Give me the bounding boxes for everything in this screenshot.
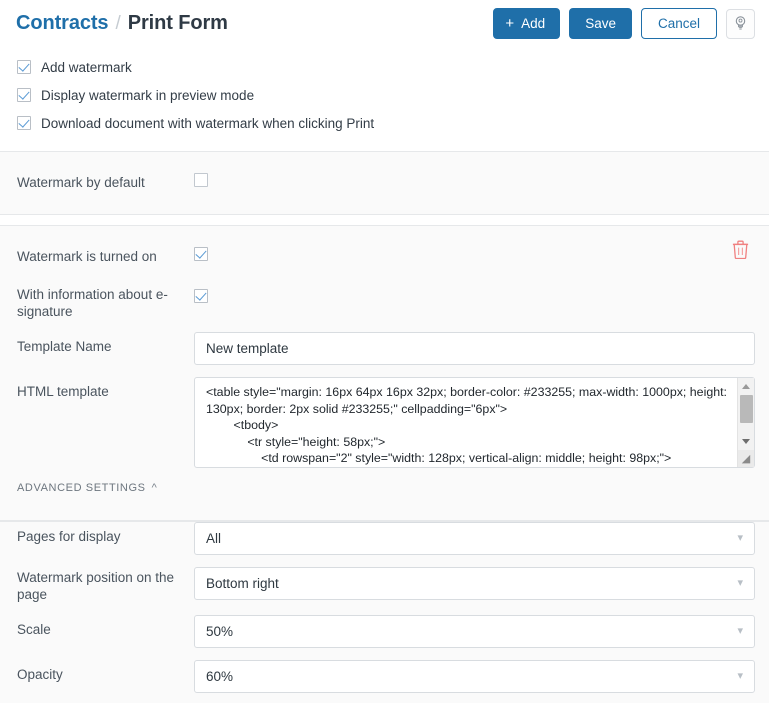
header-actions: + Add Save Cancel bbox=[493, 8, 755, 39]
resize-grip-icon[interactable]: ◢ bbox=[738, 450, 754, 467]
field-scale: Scale 50% ▾ bbox=[17, 615, 755, 648]
field-control bbox=[194, 242, 755, 266]
field-control bbox=[194, 332, 755, 365]
chevron-up-icon bbox=[742, 384, 750, 389]
field-control: Bottom right ▾ bbox=[194, 567, 755, 600]
field-pages-for-display: Pages for display All ▾ bbox=[17, 522, 755, 555]
field-label: Watermark position on the page bbox=[17, 570, 175, 602]
advanced-settings-toggle[interactable]: ADVANCED SETTINGS ^ bbox=[17, 468, 755, 504]
plus-icon: + bbox=[505, 14, 515, 32]
checkbox-watermark-by-default[interactable] bbox=[194, 173, 208, 187]
opacity-select[interactable]: 60% ▾ bbox=[194, 660, 755, 693]
chevron-down-icon bbox=[742, 439, 750, 444]
breadcrumb-separator: / bbox=[115, 13, 121, 34]
cancel-button-label: Cancel bbox=[657, 16, 700, 31]
chevron-down-icon: ▾ bbox=[737, 577, 743, 589]
lightbulb-icon bbox=[735, 16, 746, 30]
add-button[interactable]: + Add bbox=[493, 8, 561, 39]
field-template-name: Template Name bbox=[17, 332, 755, 365]
checkbox-add-watermark[interactable] bbox=[17, 60, 31, 74]
breadcrumb-link-contracts[interactable]: Contracts bbox=[16, 12, 109, 35]
checkbox-watermark-is-on[interactable] bbox=[194, 247, 208, 261]
section-gap bbox=[0, 215, 769, 225]
watermark-default-section: Watermark by default bbox=[0, 151, 769, 215]
field-html-template: HTML template <table style="margin: 16px… bbox=[17, 377, 755, 468]
field-label: Watermark is turned on bbox=[17, 249, 157, 264]
add-button-label: Add bbox=[521, 16, 546, 31]
watermark-position-select[interactable]: Bottom right ▾ bbox=[194, 567, 755, 600]
save-button-label: Save bbox=[585, 16, 616, 31]
field-watermark-position: Watermark position on the page Bottom ri… bbox=[17, 567, 755, 603]
select-value: All bbox=[206, 531, 222, 546]
pages-for-display-select[interactable]: All ▾ bbox=[194, 522, 755, 555]
field-opacity: Opacity 60% ▾ bbox=[17, 660, 755, 693]
field-watermark-by-default: Watermark by default bbox=[17, 168, 755, 198]
scale-select[interactable]: 50% ▾ bbox=[194, 615, 755, 648]
field-label: Opacity bbox=[17, 667, 63, 682]
option-label: Download document with watermark when cl… bbox=[41, 115, 375, 131]
field-label: Watermark by default bbox=[17, 175, 145, 190]
field-watermark-is-on: Watermark is turned on bbox=[17, 242, 755, 272]
cancel-button[interactable]: Cancel bbox=[640, 8, 717, 39]
textarea-scrollbar[interactable]: ◢ bbox=[737, 378, 754, 467]
field-control: <table style="margin: 16px 64px 16px 32p… bbox=[194, 377, 755, 468]
select-value: 50% bbox=[206, 624, 234, 639]
checkbox-download-with-watermark[interactable] bbox=[17, 116, 31, 130]
scroll-up-button[interactable] bbox=[738, 378, 754, 395]
chevron-up-icon: ^ bbox=[151, 481, 158, 494]
select-value: 60% bbox=[206, 669, 234, 684]
checkbox-esignature-info[interactable] bbox=[194, 289, 208, 303]
select-value: Bottom right bbox=[206, 576, 279, 591]
advanced-settings-title: ADVANCED SETTINGS bbox=[17, 482, 146, 494]
scrollbar-track[interactable] bbox=[738, 423, 754, 433]
scrollbar-thumb[interactable] bbox=[739, 395, 753, 423]
watermark-template-section: Watermark is turned on With information … bbox=[0, 225, 769, 521]
help-button[interactable] bbox=[726, 8, 755, 39]
field-control: 60% ▾ bbox=[194, 660, 755, 693]
html-template-textarea[interactable]: <table style="margin: 16px 64px 16px 32p… bbox=[194, 377, 755, 468]
scroll-down-button[interactable] bbox=[738, 433, 754, 450]
checkbox-display-watermark-preview[interactable] bbox=[17, 88, 31, 102]
option-label: Display watermark in preview mode bbox=[41, 87, 255, 103]
page-header: Contracts / Print Form + Add Save Cancel bbox=[0, 0, 769, 47]
field-label: With information about e-signature bbox=[17, 287, 168, 319]
template-name-input[interactable] bbox=[194, 332, 755, 365]
field-esignature-info: With information about e-signature bbox=[17, 284, 755, 320]
print-form-page: Contracts / Print Form + Add Save Cancel bbox=[0, 0, 769, 703]
html-template-wrapper: <table style="margin: 16px 64px 16px 32p… bbox=[194, 377, 755, 468]
page-title: Print Form bbox=[127, 12, 228, 34]
field-label: Scale bbox=[17, 622, 51, 637]
field-control bbox=[194, 168, 755, 192]
field-control: All ▾ bbox=[194, 522, 755, 555]
option-download-with-watermark[interactable]: Download document with watermark when cl… bbox=[17, 109, 769, 137]
option-add-watermark[interactable]: Add watermark bbox=[17, 53, 769, 81]
field-label: HTML template bbox=[17, 384, 109, 399]
breadcrumb: Contracts / Print Form bbox=[16, 12, 493, 35]
field-label: Pages for display bbox=[17, 529, 121, 544]
option-label: Add watermark bbox=[41, 59, 132, 75]
field-label: Template Name bbox=[17, 339, 112, 354]
chevron-down-icon: ▾ bbox=[737, 532, 743, 544]
chevron-down-icon: ▾ bbox=[737, 625, 743, 637]
save-button[interactable]: Save bbox=[569, 8, 632, 39]
advanced-settings-section: Pages for display All ▾ Watermark positi… bbox=[0, 521, 769, 703]
top-options-list: Add watermark Display watermark in previ… bbox=[0, 47, 769, 151]
field-control: 50% ▾ bbox=[194, 615, 755, 648]
option-display-watermark-preview[interactable]: Display watermark in preview mode bbox=[17, 81, 769, 109]
chevron-down-icon: ▾ bbox=[737, 670, 743, 682]
field-control bbox=[194, 284, 755, 308]
